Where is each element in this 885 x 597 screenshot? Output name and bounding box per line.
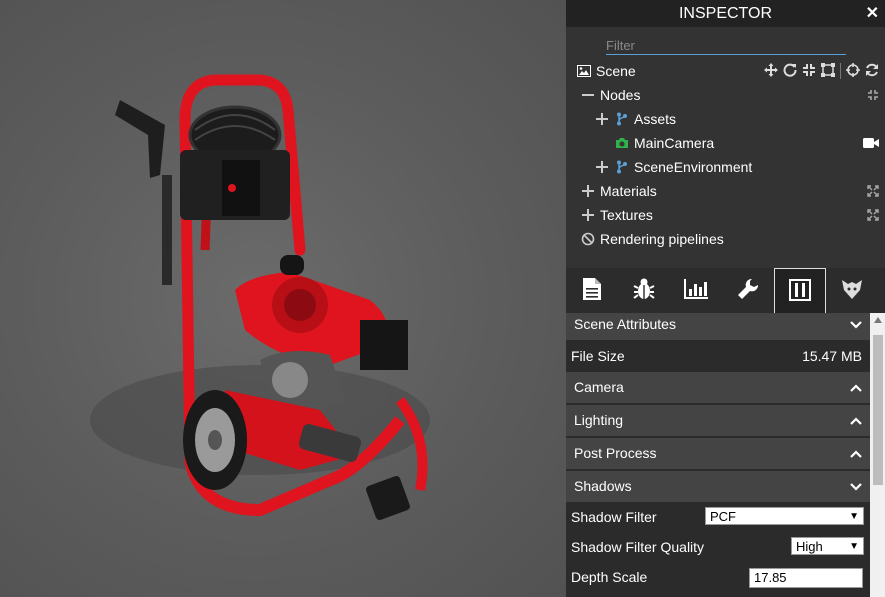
chevron-down-icon: [850, 313, 862, 340]
expand-all-icon[interactable]: [867, 184, 879, 200]
section-shadows[interactable]: Shadows: [566, 471, 870, 502]
collapse-all-icon[interactable]: [867, 88, 879, 104]
shadow-filter-row: Shadow Filter PCF ▼: [566, 502, 870, 532]
chevron-down-icon: [850, 471, 862, 502]
expand-plus-icon[interactable]: [580, 209, 596, 221]
video-camera-icon[interactable]: [863, 136, 879, 152]
transform-node-icon: [614, 160, 630, 174]
shadow-filter-label: Shadow Filter: [571, 509, 657, 525]
shadow-filter-select[interactable]: PCF ▼: [705, 507, 864, 525]
wrench-icon: [737, 278, 759, 303]
tree-item-rendering-pipelines[interactable]: Rendering pipelines: [580, 228, 724, 250]
tab-gltf[interactable]: [826, 268, 878, 313]
glTF-icon: [840, 278, 864, 303]
picking-crosshair-icon[interactable]: [846, 62, 860, 80]
tree-item-textures[interactable]: Textures: [580, 204, 653, 226]
scene-explorer: Scene Nodes Assets MainCamera: [566, 27, 885, 268]
tree-item-maincamera[interactable]: MainCamera: [614, 132, 714, 154]
bounding-box-gizmo-icon[interactable]: [821, 62, 835, 80]
section-scene-attributes[interactable]: Scene Attributes: [566, 313, 870, 340]
shadow-filter-quality-row: Shadow Filter Quality High ▼: [566, 532, 870, 562]
tree-label-assets: Assets: [634, 111, 677, 127]
tab-tools[interactable]: [722, 268, 774, 313]
section-post-process[interactable]: Post Process: [566, 438, 870, 469]
bug-icon: [632, 278, 656, 303]
expand-plus-icon[interactable]: [594, 113, 610, 125]
move-gizmo-icon[interactable]: [764, 62, 778, 80]
tree-label-nodes: Nodes: [600, 87, 641, 103]
section-lighting[interactable]: Lighting: [566, 405, 870, 436]
tree-label-scene: Scene: [596, 63, 636, 79]
section-title: Scene Attributes: [574, 316, 676, 332]
chevron-up-icon: [850, 372, 862, 403]
tree-item-sceneenvironment[interactable]: SceneEnvironment: [594, 156, 752, 178]
scale-gizmo-icon[interactable]: [802, 63, 816, 80]
pressure-washer-model: [90, 74, 430, 520]
shadow-filter-value: PCF: [710, 509, 736, 524]
inspector-title: INSPECTOR: [678, 5, 773, 22]
dropdown-arrow-icon: ▼: [849, 511, 859, 522]
section-title: Post Process: [574, 445, 657, 461]
panel-scrollbar[interactable]: [870, 313, 885, 597]
image-icon: [576, 65, 592, 77]
tab-settings[interactable]: [774, 268, 826, 313]
collapse-minus-icon[interactable]: [580, 89, 596, 101]
inspector-tab-bar: [566, 268, 885, 313]
tab-properties[interactable]: [566, 268, 618, 313]
expand-all-icon[interactable]: [867, 208, 879, 224]
tab-statistics[interactable]: [670, 268, 722, 313]
scroll-up-arrow-icon[interactable]: [874, 317, 882, 323]
shadow-filter-quality-label: Shadow Filter Quality: [571, 539, 705, 555]
expand-plus-icon[interactable]: [594, 161, 610, 173]
chevron-up-icon: [850, 405, 862, 436]
expand-plus-icon[interactable]: [580, 185, 596, 197]
tree-label-maincamera: MainCamera: [634, 135, 715, 151]
tree-item-scene[interactable]: Scene: [576, 60, 636, 82]
section-title: Lighting: [574, 412, 624, 428]
refresh-icon[interactable]: [865, 63, 879, 80]
file-icon: [583, 278, 601, 303]
shadow-filter-quality-select[interactable]: High ▼: [791, 537, 864, 555]
tree-label-sceneenvironment: SceneEnvironment: [634, 159, 753, 175]
scroll-thumb[interactable]: [873, 335, 883, 485]
file-size-row: File Size 15.47 MB: [566, 340, 870, 372]
camera-icon: [614, 137, 630, 149]
depth-scale-row: Depth Scale 17.85: [566, 562, 870, 592]
chart-icon: [684, 279, 708, 302]
chevron-up-icon: [850, 438, 862, 469]
settings-panel: Scene Attributes File Size 15.47 MB Came…: [566, 313, 870, 597]
columns-icon: [789, 278, 811, 304]
transform-node-icon: [614, 112, 630, 126]
tab-debug[interactable]: [618, 268, 670, 313]
close-icon[interactable]: ✕: [866, 0, 879, 27]
ban-icon: [580, 232, 596, 246]
tree-item-assets[interactable]: Assets: [594, 108, 676, 130]
section-title: Shadows: [574, 478, 632, 494]
tree-item-nodes[interactable]: Nodes: [580, 84, 640, 106]
tree-item-materials[interactable]: Materials: [580, 180, 657, 202]
file-size-label: File Size: [571, 348, 625, 364]
3d-viewport[interactable]: [0, 0, 566, 597]
dropdown-arrow-icon: ▼: [849, 541, 859, 552]
depth-scale-input[interactable]: 17.85: [749, 568, 863, 588]
section-title: Camera: [574, 379, 624, 395]
file-size-value: 15.47 MB: [802, 348, 862, 364]
shadow-filter-quality-value: High: [796, 539, 823, 554]
inspector-panel: INSPECTOR ✕ Scene Nodes: [566, 0, 885, 597]
filter-input[interactable]: [606, 36, 846, 55]
divider: [840, 63, 841, 79]
tree-label-materials: Materials: [600, 183, 657, 199]
rotate-gizmo-icon[interactable]: [783, 63, 797, 80]
depth-scale-label: Depth Scale: [571, 569, 648, 585]
section-camera[interactable]: Camera: [566, 372, 870, 403]
inspector-header: INSPECTOR ✕: [566, 0, 885, 27]
scene-actions: [764, 60, 879, 82]
tree-label-textures: Textures: [600, 207, 653, 223]
tree-label-rendering-pipelines: Rendering pipelines: [600, 231, 724, 247]
